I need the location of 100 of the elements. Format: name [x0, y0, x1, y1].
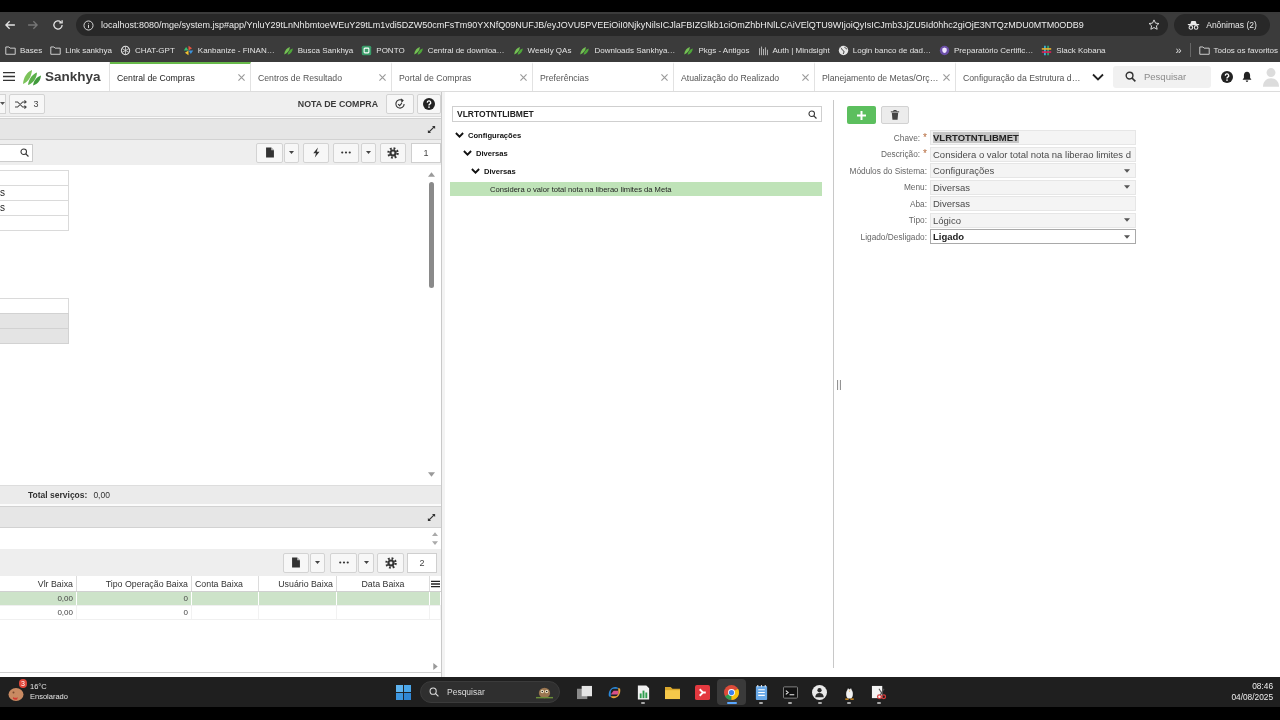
column-header[interactable]: Vlr Baixa [0, 576, 77, 591]
input-field[interactable] [0, 170, 69, 186]
bell-icon[interactable] [1241, 70, 1253, 83]
settings-button[interactable] [377, 552, 404, 573]
dropdown-button[interactable] [358, 552, 374, 573]
scrollbar-thumb[interactable] [429, 182, 434, 288]
profile-button[interactable]: Anônimas (2) [1174, 14, 1270, 36]
settings-button[interactable] [380, 142, 406, 163]
close-icon[interactable] [379, 74, 386, 81]
caret-icon [315, 560, 320, 565]
select-field[interactable]: Ligado [930, 229, 1136, 244]
four-squares-icon [396, 684, 411, 700]
action-button[interactable] [303, 142, 329, 163]
search-field[interactable]: Pesquisar [420, 681, 560, 703]
bookmark[interactable]: Bases [5, 44, 43, 56]
help-button[interactable] [417, 94, 441, 114]
table-cell: 0,00 [0, 606, 77, 619]
help-icon[interactable] [1221, 70, 1233, 83]
tab[interactable]: Atualização do Realizado [674, 62, 815, 91]
menu-icon[interactable] [3, 71, 15, 82]
leaf-logo-icon [22, 67, 42, 86]
dropdown-button[interactable] [0, 94, 6, 114]
help-icon [423, 98, 435, 110]
required-mark: * [923, 132, 927, 143]
document-button[interactable] [256, 142, 283, 163]
splitter-handle-icon[interactable] [837, 379, 841, 390]
refresh-button[interactable] [386, 94, 414, 114]
document-button[interactable] [283, 552, 309, 573]
column-header[interactable]: Tipo Operação Baixa [77, 576, 192, 591]
bookmark[interactable]: Link sankhya [50, 44, 112, 56]
close-icon[interactable] [943, 74, 950, 81]
dropdown-button[interactable] [310, 552, 325, 573]
back-icon[interactable] [4, 19, 16, 31]
caret-icon [1124, 218, 1130, 222]
bookmark[interactable]: Downloads Sankhya… [579, 44, 676, 56]
pinwheel-icon [182, 44, 194, 56]
bookmark[interactable]: Preparatório Certific… [939, 44, 1034, 56]
column-header[interactable]: Usuário Baixa [259, 576, 337, 591]
tab[interactable]: Portal de Compras [392, 62, 533, 91]
refresh-icon [394, 98, 406, 110]
column-header[interactable]: Conta Baixa [192, 576, 259, 591]
chevron-down-icon[interactable] [455, 131, 464, 139]
shuffle-button[interactable]: 3 [9, 94, 45, 114]
incognito-icon [1187, 20, 1201, 30]
bookmark[interactable]: Central de downloa… [412, 44, 505, 56]
star-icon[interactable] [1148, 19, 1160, 31]
tab[interactable]: Configuração da Estrutura d… [956, 62, 1087, 91]
input-field[interactable] [0, 215, 69, 231]
caret-icon [1124, 168, 1130, 173]
page-number-field[interactable]: 2 [407, 552, 437, 573]
bookmark[interactable]: Kanbanize - FINAN… [182, 44, 275, 56]
clock-date: 04/08/2025 [1231, 692, 1273, 703]
chevron-down-icon[interactable] [1092, 72, 1104, 81]
bookmark[interactable]: Busca Sankhya [282, 44, 354, 56]
field-label: Descrição: [880, 149, 921, 159]
column-header[interactable]: Data Baixa [337, 576, 430, 591]
scroll-right-icon[interactable] [433, 662, 438, 670]
field-label: Tipo: [908, 215, 927, 225]
chevron-down-icon[interactable] [463, 149, 472, 157]
bookmark[interactable]: Login banco de dad… [837, 44, 932, 56]
input-field[interactable] [0, 298, 69, 314]
close-icon[interactable] [238, 74, 245, 81]
search-field[interactable] [0, 143, 33, 162]
close-icon[interactable] [520, 74, 527, 81]
hash-icon [1041, 44, 1053, 56]
close-icon[interactable] [661, 74, 668, 81]
column-menu-icon[interactable] [431, 579, 440, 588]
leaf-icon [683, 44, 695, 56]
tab[interactable]: Planejamento de Metas/Orç… [815, 62, 956, 91]
input-field[interactable]: s [0, 185, 69, 201]
bookmark[interactable]: Weekly QAs [512, 44, 572, 56]
table-row[interactable]: 0,00 0 [0, 592, 441, 606]
expand-icon[interactable] [427, 124, 436, 134]
bookmark[interactable]: Slack Kobana [1041, 44, 1106, 56]
close-icon[interactable] [802, 74, 809, 81]
scroll-down-icon[interactable] [428, 472, 435, 477]
dropdown-button[interactable] [361, 142, 376, 163]
leaf-icon [512, 44, 524, 56]
search-field[interactable]: VLRTOTNTLIBMET [452, 106, 822, 122]
search-icon [808, 109, 817, 119]
input-field[interactable]: s [0, 200, 69, 216]
scroll-up-icon[interactable] [428, 172, 435, 177]
bookmark[interactable]: PONTO [361, 44, 405, 56]
bookmark[interactable]: CHAT-GPT [119, 44, 175, 56]
taskbar-button[interactable] [716, 679, 747, 705]
delete-button[interactable] [881, 106, 909, 124]
reload-icon[interactable] [52, 19, 64, 31]
bookmark-folder[interactable]: Todos os favoritos [1198, 44, 1278, 56]
site-info-icon[interactable] [83, 19, 94, 31]
wheel-icon [119, 44, 131, 56]
address-field[interactable]: localhost:8080/mge/system.jsp#app/YnluY29tLnNhbmtoeWEuY29tLm1vdi5DZW50cmFsTm90YXNfQ09NUFJB/eyJOVU5PVEEiOiI0NjkyNilsICJlaFBIZGlkb1ciOmZhbHNlLCAiVElQTU9WIjoiQyIsICJmb3JjZU5Id0hhc2giOjE3NTQzMDU0MTM0ODB9 [76, 14, 1168, 36]
tab[interactable]: Centros de Resultado [251, 62, 392, 91]
chevron-down-icon[interactable] [471, 167, 480, 175]
expand-icon[interactable] [427, 512, 436, 522]
bookmark[interactable]: Auth | Mindsight [757, 44, 830, 56]
more-bookmarks-button[interactable]: » [1175, 44, 1182, 56]
tab[interactable]: Preferências [533, 62, 674, 91]
bookmark[interactable]: Pkgs - Antigos [683, 44, 750, 56]
dropdown-button[interactable] [284, 142, 299, 163]
page-number-field[interactable]: 1 [411, 142, 441, 163]
